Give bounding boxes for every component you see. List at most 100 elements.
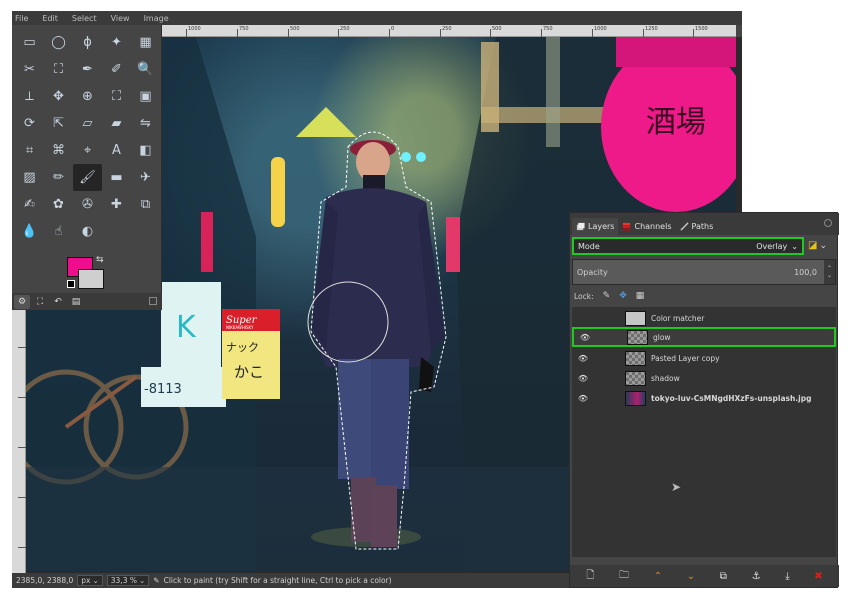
layer-row-shadow[interactable]: 👁 shadow	[572, 368, 836, 388]
mode-value: Overlay	[756, 241, 788, 251]
dock-tabs: Layers Channels Paths	[570, 213, 839, 235]
dock-menu-icon[interactable]	[824, 219, 832, 227]
handle-transform-icon[interactable]: ⌖	[73, 137, 102, 164]
undo-history-tab-icon[interactable]: ↶	[50, 295, 66, 309]
mypaint-brush-icon[interactable]: ✿	[44, 191, 73, 218]
layer-row-glow[interactable]: 👁 glow	[572, 327, 836, 347]
device-status-tab-icon[interactable]: ⛶	[32, 295, 48, 309]
lock-alpha-icon[interactable]: ▦	[636, 291, 645, 301]
eye-icon[interactable]: 👁	[577, 333, 593, 342]
ellipse-select-icon[interactable]: ◯	[44, 29, 73, 56]
flip-tool-icon[interactable]: ⇋	[131, 110, 160, 137]
new-layer-group-button[interactable]: 🗀	[619, 568, 629, 585]
layer-row-background-photo[interactable]: 👁 tokyo-luv-CsMNgdHXzFs-unsplash.jpg	[572, 388, 836, 408]
lower-layer-button[interactable]: ⌄	[687, 571, 695, 582]
menu-edit[interactable]: Edit	[42, 14, 58, 23]
measure-tool-icon[interactable]: ⟂	[15, 83, 44, 110]
configure-tab-icon[interactable]	[149, 297, 157, 305]
eraser-tool-icon[interactable]: ▬	[102, 164, 131, 191]
eye-icon[interactable]: 👁	[575, 374, 591, 383]
images-tab-icon[interactable]: ▤	[68, 295, 84, 309]
warp-transform-icon[interactable]: ⌘	[44, 137, 73, 164]
scale-tool-icon[interactable]: ⇱	[44, 110, 73, 137]
sign-whisky: NIKKAWHISKY	[226, 325, 254, 330]
ruler-tick-label: 750	[543, 26, 553, 32]
blur-tool-icon[interactable]: 💧	[15, 218, 44, 245]
align-tool-icon[interactable]: ⊕	[73, 83, 102, 110]
airbrush-tool-icon[interactable]: ✈	[131, 164, 160, 191]
menu-file[interactable]: File	[15, 14, 28, 23]
ink-tool-icon[interactable]: ✍	[15, 191, 44, 218]
anchor-layer-button[interactable]: ⚓	[752, 571, 761, 582]
duplicate-layer-button[interactable]: ⧉	[720, 571, 727, 582]
ruler-tick	[18, 547, 26, 548]
default-colors-icon[interactable]	[67, 280, 75, 288]
foreground-select-icon[interactable]: ⛶	[44, 56, 73, 83]
clone-tool-icon[interactable]: ✇	[73, 191, 102, 218]
merge-layer-button[interactable]: ⤓	[785, 571, 789, 582]
unit-selector[interactable]: px ⌄	[77, 575, 103, 586]
ruler-tick-label: 750	[239, 26, 249, 32]
paintbrush-tool-icon[interactable]: 🖌	[73, 164, 102, 191]
opacity-spinner[interactable]: ⌃ ⌄	[824, 260, 835, 284]
raise-layer-button[interactable]: ⌃	[654, 571, 662, 582]
chevron-down-icon: ⌄	[819, 240, 827, 251]
bucket-fill-icon[interactable]: ◧	[131, 137, 160, 164]
menu-select[interactable]: Select	[72, 14, 97, 23]
new-layer-button[interactable]: 🗋	[586, 568, 594, 585]
ruler-tick	[288, 29, 289, 37]
zoom-value: 33,3 %	[110, 576, 137, 585]
smudge-tool-icon[interactable]: ☝	[44, 218, 73, 245]
crop-tool-icon[interactable]: ⛶	[102, 83, 131, 110]
unified-transform-icon[interactable]: ▣	[131, 83, 160, 110]
paths-tool-icon[interactable]: ✒	[73, 56, 102, 83]
color-picker-icon[interactable]: ✐	[102, 56, 131, 83]
menu-view[interactable]: View	[111, 14, 130, 23]
delete-layer-button[interactable]: ✖	[814, 571, 822, 582]
scissors-select-icon[interactable]: ✂	[15, 56, 44, 83]
swap-colors-icon[interactable]: ⇆	[96, 255, 104, 265]
zoom-selector[interactable]: 33,3 % ⌄	[106, 575, 150, 586]
ruler-tick	[237, 29, 238, 37]
heal-tool-icon[interactable]: ✚	[102, 191, 131, 218]
opacity-slider[interactable]: Opacity 100,0 ⌃ ⌄	[572, 259, 836, 285]
background-color-swatch[interactable]	[78, 269, 104, 289]
perspective-tool-icon[interactable]: ▰	[102, 110, 131, 137]
mode-options[interactable]: ◪ ⌄	[808, 240, 827, 251]
gradient-tool-icon[interactable]: ▨	[15, 164, 44, 191]
tool-grid: ▭ ◯ ϕ ✦ ▦ ✂ ⛶ ✒ ✐ 🔍 ⟂ ✥ ⊕ ⛶ ▣ ⟳ ⇱ ▱ ▰ ⇋ ⌗ ⌘ ⌖ A ◧ ▨ ✏ 🖌 ▬ ✈ ✍ ✿ ✇ ✚ ⧉ 💧 ☝ ◐	[15, 29, 159, 245]
lock-pixels-icon[interactable]: ✎	[603, 291, 611, 301]
lock-position-icon[interactable]: ✥	[619, 291, 627, 301]
move-tool-icon[interactable]: ✥	[44, 83, 73, 110]
cage-transform-icon[interactable]: ⌗	[15, 137, 44, 164]
dodge-burn-tool-icon[interactable]: ◐	[73, 218, 102, 245]
pencil-tool-icon[interactable]: ✏	[44, 164, 73, 191]
fuzzy-select-icon[interactable]: ✦	[102, 29, 131, 56]
tool-options-tab-icon[interactable]: ⚙	[14, 294, 30, 309]
menu-image[interactable]: Image	[144, 14, 169, 23]
ruler-tick	[18, 347, 26, 348]
rect-select-icon[interactable]: ▭	[15, 29, 44, 56]
shear-tool-icon[interactable]: ▱	[73, 110, 102, 137]
layer-row-pasted-layer-copy[interactable]: 👁 Pasted Layer copy	[572, 348, 836, 368]
tab-paths[interactable]: Paths	[676, 218, 718, 235]
select-by-color-icon[interactable]: ▦	[131, 29, 160, 56]
sign-k: K	[176, 310, 197, 345]
chevron-down-icon: ⌄	[92, 576, 99, 585]
sign-phone: -8113	[144, 382, 182, 397]
layer-row-color-matcher[interactable]: Color matcher	[572, 308, 836, 328]
layer-name: tokyo-luv-CsMNgdHXzFs-unsplash.jpg	[651, 393, 812, 403]
ruler-tick	[643, 29, 644, 37]
layers-dock: Layers Channels Paths Mode Overlay ⌄ ◪ ⌄…	[569, 212, 839, 588]
zoom-tool-icon[interactable]: 🔍	[131, 56, 160, 83]
rotate-tool-icon[interactable]: ⟳	[15, 110, 44, 137]
perspective-clone-icon[interactable]: ⧉	[131, 191, 160, 218]
eye-icon[interactable]: 👁	[575, 394, 591, 403]
tab-layers[interactable]: Layers	[572, 218, 619, 235]
text-tool-icon[interactable]: A	[102, 137, 131, 164]
tab-channels[interactable]: Channels	[618, 218, 675, 235]
free-select-icon[interactable]: ϕ	[73, 29, 102, 56]
sign-kana-2: かこ	[234, 363, 264, 381]
eye-icon[interactable]: 👁	[575, 354, 591, 363]
layer-mode-selector[interactable]: Mode Overlay ⌄	[572, 237, 804, 255]
